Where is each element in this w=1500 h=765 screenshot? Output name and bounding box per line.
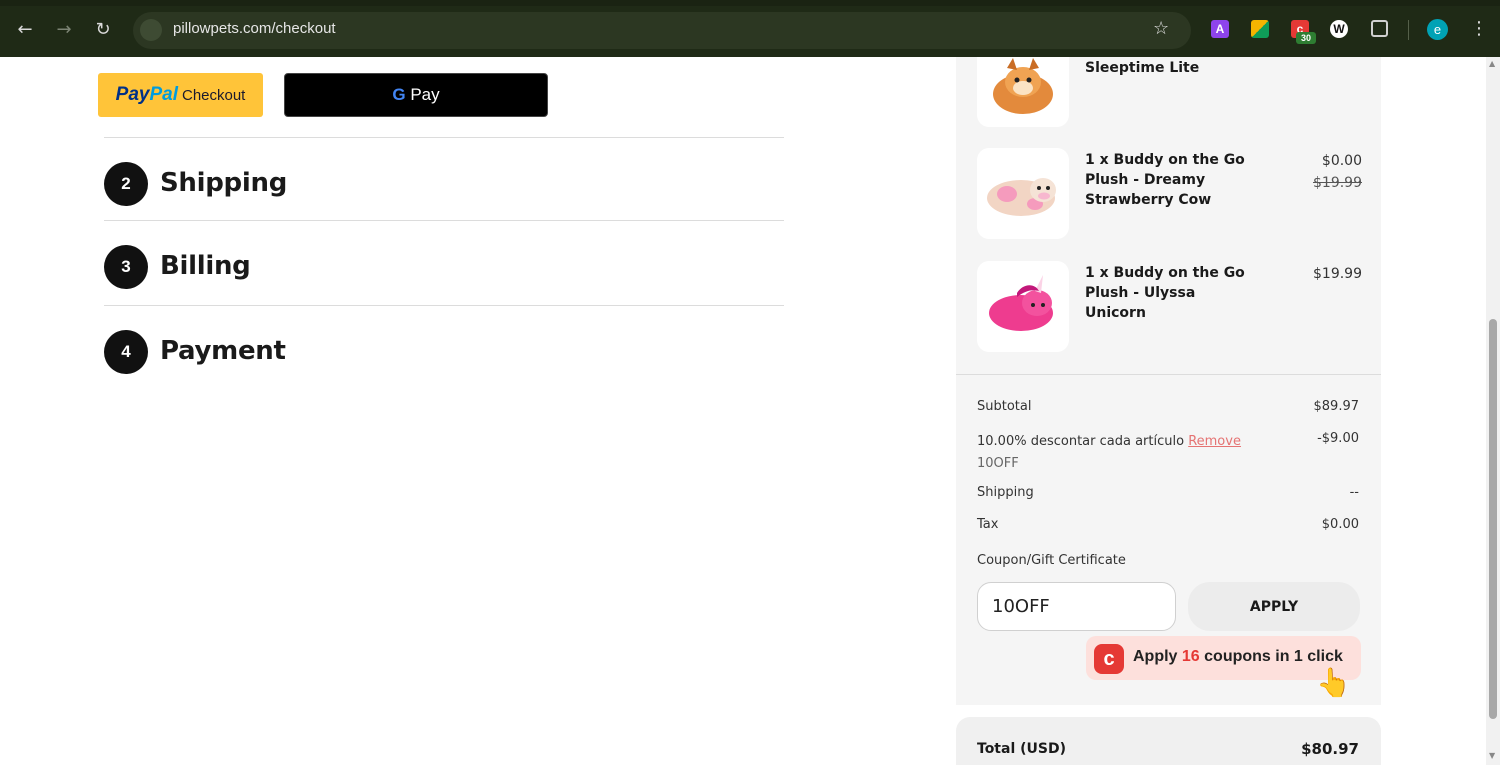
discount-label: 10.00% descontar cada artículo (977, 434, 1185, 449)
paypal-checkout-button[interactable]: PayPal Checkout (98, 73, 263, 117)
scroll-up-icon[interactable]: ▲ (1489, 59, 1497, 68)
step-divider (104, 137, 784, 138)
summary-divider (956, 374, 1381, 375)
step-divider (104, 305, 784, 306)
reload-icon[interactable]: ↻ (90, 17, 116, 43)
back-arrow-icon[interactable]: ← (12, 17, 38, 43)
total-value: $80.97 (1301, 740, 1359, 758)
step-title: Payment (160, 336, 286, 366)
paypal-button-label: Checkout (181, 87, 246, 104)
plush-unicorn-image (989, 275, 1053, 331)
browser-toolbar: ← → ↻ pillowpets.com/checkout ☆ A c 30 W… (0, 0, 1500, 57)
plush-cow-image (987, 178, 1056, 216)
coupon-count: 16 (1181, 648, 1200, 665)
extension-honey-badge: 30 (1296, 32, 1316, 44)
sale-price: $19.99 (1313, 266, 1362, 282)
original-price: $19.99 (1313, 175, 1362, 191)
discount-value: -$9.00 (1317, 431, 1359, 446)
remove-discount-link[interactable]: Remove (1188, 434, 1241, 449)
paypal-logo: PayPal (115, 84, 178, 105)
total-label: Total (USD) (977, 741, 1066, 757)
subtotal-label: Subtotal (977, 399, 1032, 414)
scroll-thumb[interactable] (1489, 319, 1497, 719)
profile-avatar[interactable]: e (1427, 19, 1448, 40)
sale-price: $0.00 (1321, 153, 1362, 169)
honey-logo-icon: c (1094, 644, 1124, 674)
product-thumbnail (977, 148, 1069, 239)
coupon-label: Coupon/Gift Certificate (977, 553, 1126, 568)
cart-item-price: $0.00 $19.99 (1313, 150, 1362, 194)
tax-label: Tax (977, 517, 999, 532)
star-icon[interactable]: ☆ (1153, 18, 1169, 40)
cart-item-name: 1 x Buddy on the Go Plush - Ulyssa Unico… (1085, 265, 1245, 321)
page-scrollbar[interactable]: ▲ ▼ (1486, 57, 1500, 765)
forward-arrow-icon[interactable]: → (51, 17, 77, 43)
step-title: Shipping (160, 168, 288, 198)
extension-a-icon[interactable]: A (1211, 20, 1229, 38)
shipping-label: Shipping (977, 485, 1034, 500)
honey-apply-text: Apply 16 coupons in 1 click (1133, 648, 1343, 665)
apply-coupon-button[interactable]: APPLY (1188, 582, 1360, 631)
order-total: Total (USD) $80.97 (956, 717, 1381, 765)
google-g-icon: G (392, 85, 406, 104)
cart-item-name: Sleeptime Lite (1085, 60, 1200, 76)
product-thumbnail (977, 57, 1069, 127)
plush-dog-image (993, 58, 1053, 114)
step-number: 4 (104, 330, 148, 374)
order-summary: Sleeptime Lite 1 x Buddy on the Go Plush… (956, 57, 1381, 705)
step-number: 3 (104, 245, 148, 289)
pointing-hand-icon: 👆 (1316, 666, 1351, 699)
discount-code: 10OFF (977, 456, 1019, 471)
cart-item-name: 1 x Buddy on the Go Plush - Dreamy Straw… (1085, 152, 1245, 208)
scroll-down-icon[interactable]: ▼ (1489, 751, 1497, 760)
google-pay-button[interactable]: G Pay (284, 73, 548, 117)
kebab-menu-icon[interactable]: ⋮ (1470, 18, 1488, 40)
shipping-value: -- (1349, 485, 1359, 500)
step-number: 2 (104, 162, 148, 206)
tab-strip (0, 0, 1500, 6)
url-text[interactable]: pillowpets.com/checkout (173, 20, 336, 37)
tax-value: $0.00 (1321, 517, 1359, 532)
product-thumbnail (977, 261, 1069, 352)
cart-item-price: $19.99 (1313, 263, 1362, 285)
extension-w-icon[interactable]: W (1330, 20, 1348, 38)
discount-row: 10.00% descontar cada artículo Remove 10… (977, 431, 1241, 475)
extension-grid-icon[interactable] (1251, 20, 1269, 38)
coupon-input[interactable] (977, 582, 1176, 631)
checkout-page: PayPal Checkout G Pay 2 Shipping 3 Billin… (0, 57, 1486, 765)
step-divider (104, 220, 784, 221)
subtotal-value: $89.97 (1313, 399, 1360, 414)
gpay-button-label: Pay (410, 85, 440, 104)
puzzle-icon[interactable] (1371, 20, 1388, 37)
site-info-icon[interactable] (140, 19, 162, 41)
toolbar-separator (1408, 20, 1409, 40)
step-title: Billing (160, 251, 251, 281)
